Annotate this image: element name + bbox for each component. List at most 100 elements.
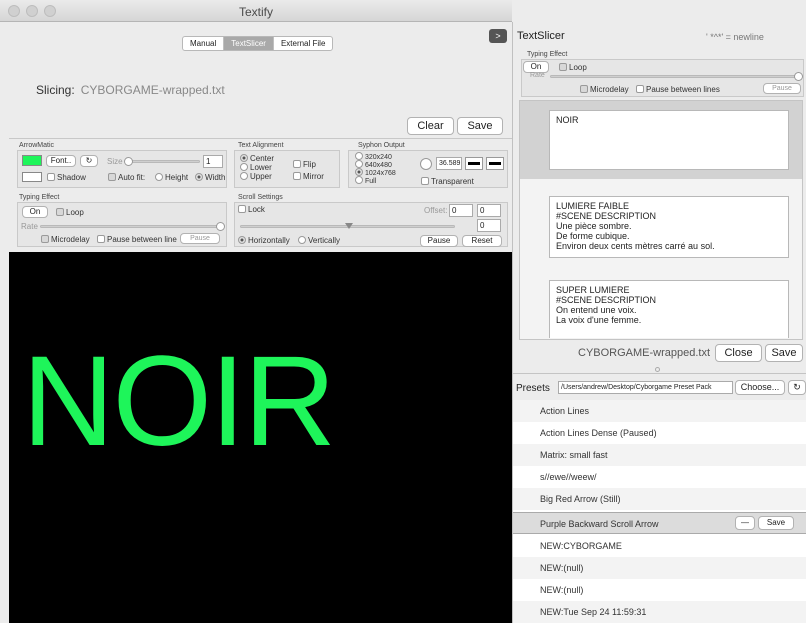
scroll-speed-marker[interactable] <box>345 223 353 229</box>
toggle-panel-button[interactable]: > <box>489 29 507 43</box>
preset-item[interactable]: NEW:Tue Sep 24 11:59:31 <box>513 601 806 623</box>
divider <box>513 373 806 374</box>
preset-item[interactable]: Big Red Arrow (Still) <box>513 488 806 510</box>
center-label: Center <box>250 154 275 163</box>
text-alignment-title: Text Alignment <box>238 142 284 149</box>
upper-label: Upper <box>250 172 272 181</box>
title-bar: Textify <box>0 0 512 22</box>
typing-on-button[interactable]: On <box>22 206 48 218</box>
slice-item[interactable]: LUMIERE FAIBLE #SCENE DESCRIPTION Une pi… <box>549 196 789 258</box>
preset-item[interactable]: NEW:CYBORGAME <box>513 535 806 557</box>
split-handle[interactable] <box>655 367 660 372</box>
slice-item[interactable]: SUPER LUMIERE #SCENE DESCRIPTION On ente… <box>549 280 789 338</box>
ts-rate-knob[interactable] <box>794 72 803 81</box>
preset-item[interactable]: NEW:(null) <box>513 579 806 601</box>
ts-pause-button[interactable]: Pause <box>763 83 801 94</box>
pause-between-checkbox[interactable]: Pause between lines <box>97 235 177 244</box>
offset-y-field[interactable]: 0 <box>477 204 501 217</box>
microdelay-label: Microdelay <box>51 235 90 244</box>
slice-line: SUPER LUMIERE <box>556 285 630 295</box>
preset-item[interactable]: Action Lines <box>513 400 806 422</box>
res-full-radio[interactable]: Full <box>355 176 376 185</box>
flip-checkbox[interactable]: Flip <box>293 160 316 169</box>
typing-rate-label: Rate <box>21 222 38 231</box>
height-label: Height <box>165 173 189 182</box>
size-field[interactable]: 1 <box>203 155 223 168</box>
lock-checkbox[interactable]: Lock <box>238 205 265 214</box>
width-radio[interactable]: Width <box>195 173 225 182</box>
ts-pause-between-checkbox[interactable]: Pause between lines <box>636 85 720 94</box>
size-slider-knob[interactable] <box>124 157 133 166</box>
color-swatch[interactable] <box>22 155 42 166</box>
ts-rate-slider[interactable] <box>550 75 798 78</box>
slice-line: De forme cubique. <box>556 231 630 241</box>
syphon-color-1[interactable] <box>465 157 483 170</box>
presets-label: Presets <box>516 383 550 394</box>
vertically-radio[interactable]: Vertically <box>298 236 340 245</box>
typing-loop-checkbox[interactable]: Loop <box>56 208 84 217</box>
offset-x-field[interactable]: 0 <box>449 204 473 217</box>
lower-radio[interactable]: Lower <box>240 163 272 172</box>
preset-item[interactable]: Matrix: small fast <box>513 444 806 466</box>
scroll-reset-button[interactable]: Reset <box>462 235 502 247</box>
transparent-checkbox[interactable]: Transparent <box>421 177 474 186</box>
mirror-label: Mirror <box>303 172 324 181</box>
choose-button[interactable]: Choose... <box>735 380 785 395</box>
syphon-title: Syphon Output <box>358 142 405 149</box>
shadow-checkbox[interactable]: Shadow <box>47 173 86 182</box>
syphon-dial[interactable] <box>420 158 432 170</box>
clear-button[interactable]: Clear <box>407 117 454 135</box>
slicing-label: Slicing: <box>36 83 75 97</box>
tab-manual[interactable]: Manual <box>183 37 225 50</box>
presets-refresh-icon[interactable]: ↻ <box>788 380 806 395</box>
flip-label: Flip <box>303 160 316 169</box>
slice-item[interactable]: NOIR <box>549 110 789 170</box>
microdelay-checkbox[interactable]: Microdelay <box>41 235 90 244</box>
presets-path-field[interactable]: /Users/andrew/Desktop/Cyborgame Preset P… <box>558 381 733 394</box>
slice-line: Environ deux cents mètres carré au sol. <box>556 241 715 251</box>
ts-rate-label: Rate <box>530 72 545 79</box>
height-radio[interactable]: Height <box>155 173 188 182</box>
save-button[interactable]: Save <box>457 117 503 135</box>
slice-line: #SCENE DESCRIPTION <box>556 295 657 305</box>
transparent-label: Transparent <box>431 177 474 186</box>
slicing-file: CYBORGAME-wrapped.txt <box>80 83 225 97</box>
scroll-third-field[interactable]: 0 <box>477 219 501 232</box>
preset-remove-button[interactable]: — <box>735 516 755 530</box>
preset-item[interactable]: NEW:(null) <box>513 557 806 579</box>
newline-hint: ' *^*' = newline <box>706 32 764 42</box>
typing-pause-button[interactable]: Pause <box>180 233 220 244</box>
typing-loop-label: Loop <box>66 208 84 217</box>
mirror-checkbox[interactable]: Mirror <box>293 172 324 181</box>
shadow-color-swatch[interactable] <box>22 172 42 182</box>
tab-external-file[interactable]: External File <box>274 37 332 50</box>
scroll-pause-button[interactable]: Pause <box>420 235 458 247</box>
upper-radio[interactable]: Upper <box>240 172 272 181</box>
preset-item[interactable]: s//ewe//weew/ <box>513 466 806 488</box>
syphon-color-2[interactable] <box>486 157 504 170</box>
ts-save-button[interactable]: Save <box>765 344 803 362</box>
ts-typing-title: Typing Effect <box>527 51 568 58</box>
tab-textslicer[interactable]: TextSlicer <box>224 37 274 50</box>
typing-rate-knob[interactable] <box>216 222 225 231</box>
refresh-icon[interactable]: ↻ <box>80 155 98 167</box>
font-button[interactable]: Font.. <box>46 155 76 167</box>
center-radio[interactable]: Center <box>240 154 274 163</box>
size-slider[interactable] <box>126 160 200 163</box>
preset-item[interactable]: Action Lines Dense (Paused) <box>513 422 806 444</box>
vertically-label: Vertically <box>308 236 341 245</box>
divider <box>9 138 512 139</box>
preset-save-button[interactable]: Save <box>758 516 794 530</box>
typing-effect-title: Typing Effect <box>19 194 60 201</box>
typing-rate-slider[interactable] <box>40 225 220 228</box>
ts-loop-checkbox[interactable]: Loop <box>559 63 587 72</box>
textslicer-title: TextSlicer <box>517 30 565 42</box>
syphon-value-field[interactable]: 36.589 <box>436 157 462 170</box>
auto-fit-checkbox[interactable]: Auto fit: <box>108 173 145 182</box>
slice-line: #SCENE DESCRIPTION <box>556 211 657 221</box>
horizontally-radio[interactable]: Horizontally <box>238 236 290 245</box>
slice-line: NOIR <box>556 115 579 125</box>
ts-close-button[interactable]: Close <box>715 344 762 362</box>
preview-text: NOIR <box>22 330 336 473</box>
ts-microdelay-checkbox[interactable]: Microdelay <box>580 85 629 94</box>
